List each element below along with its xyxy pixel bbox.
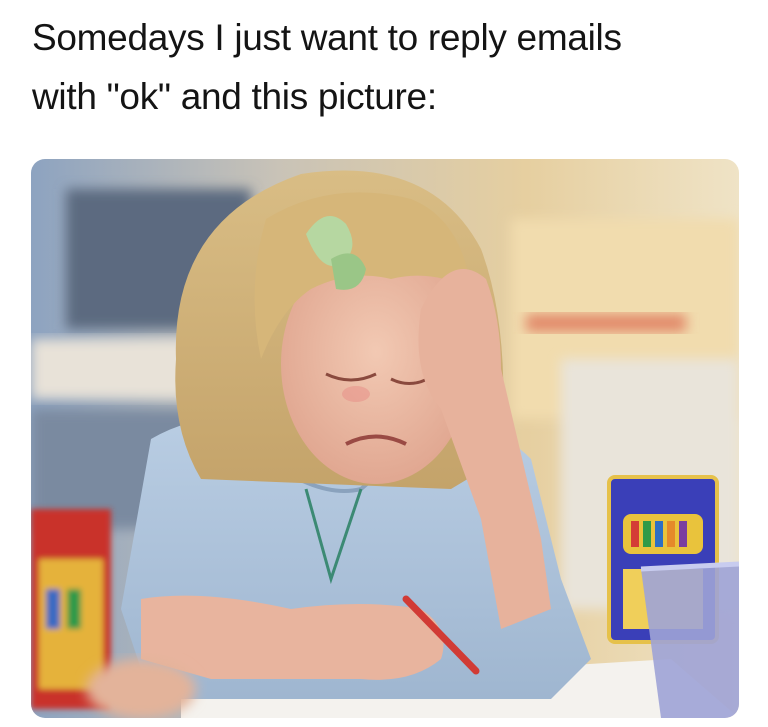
- meme-photo: [31, 159, 739, 718]
- caption-line-1: Somedays I just want to reply emails: [32, 17, 622, 58]
- caption-line-2: with "ok" and this picture:: [32, 76, 437, 117]
- meme-caption: Somedays I just want to reply emails wit…: [32, 8, 752, 126]
- foreground-hand: [86, 659, 196, 718]
